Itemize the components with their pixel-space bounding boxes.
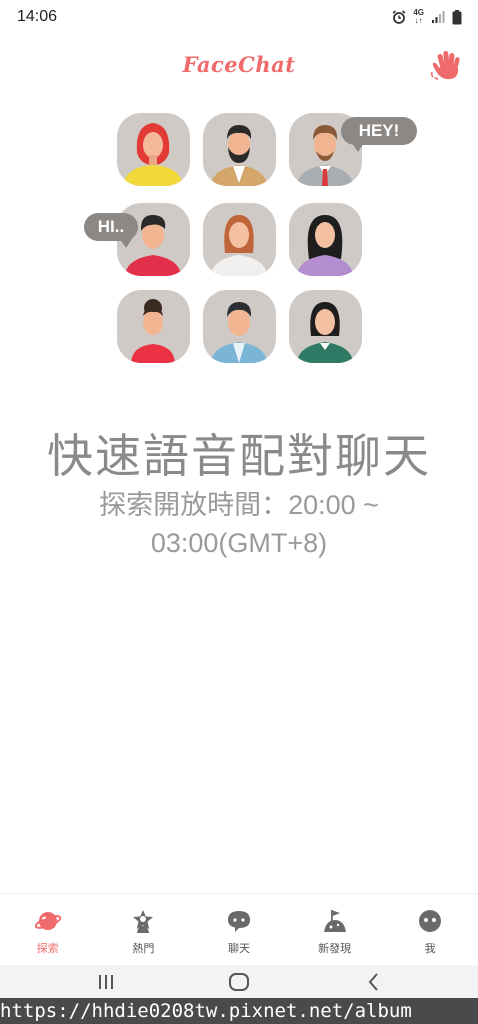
nav-label: 探索 <box>36 942 59 955</box>
planet-icon <box>34 912 61 930</box>
nav-label: 新發現 <box>318 942 352 955</box>
watermark-url: https://hhdie0208tw.pixnet.net/album <box>0 998 478 1024</box>
avatar-curly-woman <box>117 290 190 363</box>
app-header: FaceChat <box>0 44 478 90</box>
status-time: 14:06 <box>17 8 58 25</box>
recent-apps-icon[interactable] <box>96 971 116 993</box>
avatar-red-hair-woman <box>117 113 190 186</box>
profile-face-icon <box>419 910 442 932</box>
status-icons: 4G ↓↑ <box>392 9 462 25</box>
avatar-bearded-man <box>203 113 276 186</box>
page-title: 快速語音配對聊天 <box>47 429 431 483</box>
nav-label: 聊天 <box>227 942 250 955</box>
star-person-icon <box>133 910 154 933</box>
wave-hand-icon <box>430 50 460 80</box>
network-4g-icon: 4G ↓↑ <box>413 8 424 25</box>
app-logo: FaceChat <box>182 52 296 77</box>
avatar-grid <box>117 113 363 363</box>
speech-bubble-tail <box>120 239 132 248</box>
chat-bubble-icon <box>227 911 250 932</box>
wave-button[interactable] <box>430 48 464 82</box>
open-hours-text: 探索開放時間：20:00 ~ 03:00(GMT+8) <box>99 490 379 558</box>
speech-bubble-hi: HI.. <box>84 213 138 241</box>
nav-label: 我 <box>424 942 436 955</box>
speech-bubble-tail <box>352 143 364 152</box>
network-type-label: 4G <box>413 8 424 17</box>
discover-flag-icon <box>323 910 346 932</box>
home-icon[interactable] <box>228 971 250 993</box>
signal-icon <box>432 11 445 23</box>
avatar-dark-hair-woman <box>289 203 362 276</box>
status-bar: 14:06 4G ↓↑ <box>0 0 478 36</box>
nav-item-popular[interactable]: 熱門 <box>96 894 192 965</box>
alarm-icon <box>392 10 406 24</box>
bottom-navigation: 探索 熱門 聊天 新發現 我 <box>0 893 478 965</box>
battery-icon <box>452 9 462 24</box>
speech-bubble-hey: HEY! <box>341 117 417 145</box>
avatar-blue-jacket-man <box>203 290 276 363</box>
system-navigation-bar <box>0 965 478 998</box>
nav-item-discover[interactable]: 新發現 <box>287 894 383 965</box>
nav-item-explore[interactable]: 探索 <box>0 894 96 965</box>
avatar-green-top-woman <box>289 290 362 363</box>
nav-item-chat[interactable]: 聊天 <box>191 894 287 965</box>
avatar-ginger-woman <box>203 203 276 276</box>
nav-label: 熱門 <box>132 942 155 955</box>
back-icon[interactable] <box>366 971 382 993</box>
nav-item-me[interactable]: 我 <box>382 894 478 965</box>
